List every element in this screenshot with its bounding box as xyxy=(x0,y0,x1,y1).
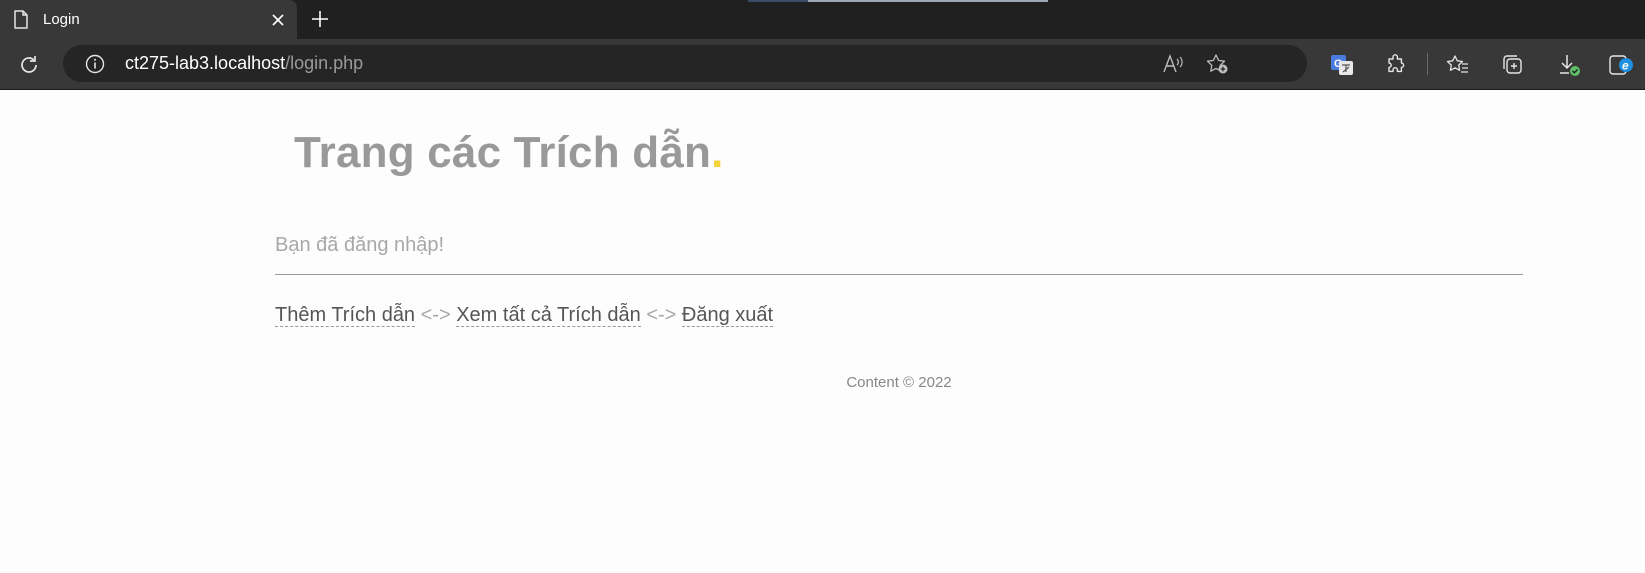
tab-strip-indicator xyxy=(748,0,1048,2)
browser-tab[interactable]: Login xyxy=(0,0,297,39)
read-aloud-icon[interactable] xyxy=(1161,52,1185,76)
address-bar[interactable]: ct275-lab3.localhost/login.php xyxy=(63,45,1307,82)
footer-text: Content © 2022 xyxy=(846,374,952,391)
tab-title: Login xyxy=(43,11,80,28)
nav-separator: <-> xyxy=(420,304,451,326)
nav-links: Thêm Trích dẫn <-> Xem tất cả Trích dẫn … xyxy=(275,304,774,327)
extensions-icon[interactable] xyxy=(1382,51,1410,79)
view-all-quotes-link[interactable]: Xem tất cả Trích dẫn xyxy=(456,304,641,327)
svg-text:e: e xyxy=(1622,59,1629,73)
logout-link[interactable]: Đăng xuất xyxy=(681,304,774,327)
translate-icon[interactable]: G xyxy=(1328,51,1356,79)
plus-icon[interactable] xyxy=(309,8,331,30)
url-host: ct275-lab3.localhost xyxy=(125,53,286,73)
url-text[interactable]: ct275-lab3.localhost/login.php xyxy=(125,53,363,74)
add-quote-link[interactable]: Thêm Trích dẫn xyxy=(275,304,416,327)
edge-icon[interactable]: e xyxy=(1607,51,1635,79)
reload-icon[interactable] xyxy=(16,52,42,78)
toolbar-separator xyxy=(1427,53,1428,75)
login-status-message: Bạn đã đăng nhập! xyxy=(275,234,445,256)
page-icon xyxy=(13,10,29,29)
browser-toolbar: ct275-lab3.localhost/login.php G e xyxy=(0,39,1645,90)
page-title-text: Trang các Trích dẫn xyxy=(294,128,712,177)
add-favorite-icon[interactable] xyxy=(1205,52,1229,76)
favorites-icon[interactable] xyxy=(1444,51,1472,79)
url-path: /login.php xyxy=(285,53,364,73)
info-icon[interactable] xyxy=(85,54,105,74)
page-title: Trang các Trích dẫn. xyxy=(294,128,724,178)
divider xyxy=(275,274,1523,275)
browser-tab-strip: Login xyxy=(0,0,1645,39)
collections-icon[interactable] xyxy=(1499,51,1527,79)
downloads-icon[interactable] xyxy=(1555,51,1583,79)
page-body: Trang các Trích dẫn. Bạn đã đăng nhập! T… xyxy=(0,90,1645,573)
close-icon[interactable] xyxy=(268,10,288,30)
nav-separator: <-> xyxy=(646,304,677,326)
title-dot: . xyxy=(711,128,724,177)
